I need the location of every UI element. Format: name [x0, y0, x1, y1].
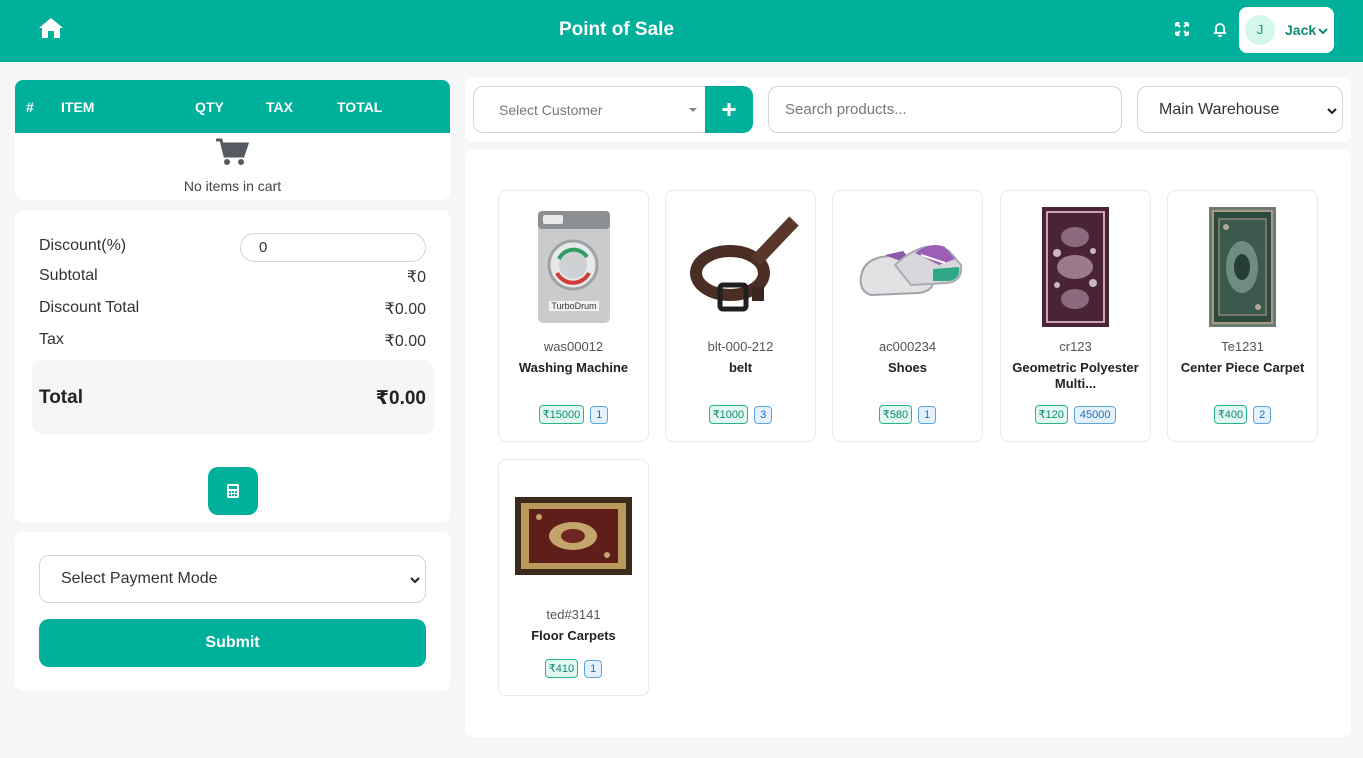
product-card[interactable]: Te1231 Center Piece Carpet ₹400 2 [1167, 190, 1318, 442]
product-badges: ₹410 1 [499, 659, 648, 678]
avatar: J [1245, 15, 1275, 45]
product-grid: TurboDrum was00012 Washing Machine ₹1500… [465, 150, 1351, 737]
toolbar: Select Customer Main Warehouse [465, 78, 1351, 142]
price-badge: ₹120 [1034, 405, 1068, 424]
stock-badge: 1 [590, 406, 609, 424]
chevron-down-icon [410, 577, 420, 584]
stock-badge: 1 [584, 660, 603, 678]
add-customer-button[interactable] [705, 86, 753, 133]
product-code: ted#3141 [546, 607, 601, 622]
price-badge: ₹400 [1213, 405, 1248, 424]
product-card[interactable]: blt-000-212 belt ₹1000 3 [665, 190, 816, 442]
calculator-icon [227, 484, 239, 498]
column-header-number: # [26, 99, 34, 115]
plus-icon [722, 103, 736, 116]
stock-badge: 2 [1253, 406, 1272, 424]
discount-total-value: ₹0.00 [384, 301, 426, 318]
fullscreen-icon[interactable] [1173, 20, 1191, 38]
customer-select-placeholder: Select Customer [499, 101, 603, 118]
payment-mode-selected: Select Payment Mode [61, 570, 218, 587]
product-code: was00012 [543, 339, 604, 354]
product-name: Washing Machine [518, 360, 629, 375]
product-code: blt-000-212 [707, 339, 774, 354]
column-header-total: TOTAL [337, 99, 383, 115]
product-card[interactable]: ted#3141 Floor Carpets ₹410 1 [498, 459, 649, 696]
product-image: TurboDrum [515, 207, 632, 327]
product-image [682, 207, 799, 327]
warehouse-selected: Main Warehouse [1159, 100, 1280, 118]
product-name: Geometric Polyester Multi... [1012, 360, 1139, 391]
product-name: Shoes [887, 360, 927, 375]
cart-icon [215, 137, 250, 167]
price-badge: ₹15000 [538, 405, 585, 424]
stock-badge: 1 [918, 406, 937, 424]
price-badge: ₹1000 [708, 405, 749, 424]
caret-down-icon [689, 108, 697, 112]
summary-panel: Discount(%) Subtotal ₹0 Discount Total ₹… [15, 210, 450, 522]
product-image [515, 497, 632, 575]
subtotal-label: Subtotal [39, 267, 98, 284]
bell-icon[interactable] [1211, 20, 1229, 38]
product-card[interactable]: cr123 Geometric Polyester Multi... ₹120 … [1000, 190, 1151, 442]
submit-button[interactable]: Submit [39, 619, 426, 667]
total-label: Total [39, 387, 83, 408]
total-box: Total ₹0.00 [32, 360, 434, 434]
price-badge: ₹580 [878, 405, 913, 424]
payment-panel: Select Payment Mode Submit [15, 532, 450, 691]
cart-table-header: # ITEM QTY TAX TOTAL [15, 80, 450, 133]
top-bar: Point of Sale J Jack [0, 0, 1363, 62]
calculator-button[interactable] [208, 467, 258, 515]
payment-mode-select[interactable]: Select Payment Mode [39, 555, 426, 603]
page-title: Point of Sale [558, 19, 675, 40]
price-badge: ₹410 [544, 659, 579, 678]
product-code: Te1231 [1221, 339, 1264, 354]
stock-badge: 45000 [1073, 406, 1117, 424]
product-name: Center Piece Carpet [1180, 360, 1305, 375]
cart-panel: # ITEM QTY TAX TOTAL No items in cart [15, 80, 450, 200]
column-header-item: ITEM [61, 99, 95, 115]
tax-label: Tax [39, 331, 64, 348]
column-header-qty: QTY [195, 99, 224, 115]
product-card[interactable]: TurboDrum was00012 Washing Machine ₹1500… [498, 190, 649, 442]
product-badges: ₹15000 1 [499, 405, 648, 424]
stock-badge: 3 [754, 406, 773, 424]
product-code: ac000234 [878, 339, 937, 354]
warehouse-select[interactable]: Main Warehouse [1137, 86, 1343, 133]
product-badges: ₹400 2 [1168, 405, 1317, 424]
product-badges: ₹580 1 [833, 405, 982, 424]
product-image [1184, 207, 1301, 327]
product-card[interactable]: ac000234 Shoes ₹580 1 [832, 190, 983, 442]
svg-text:TurboDrum: TurboDrum [551, 301, 596, 311]
product-code: cr123 [1059, 339, 1092, 354]
product-image [849, 207, 966, 327]
cart-empty-message: No items in cart [183, 178, 282, 194]
user-menu[interactable]: J Jack [1239, 7, 1334, 53]
product-image [1017, 207, 1134, 327]
discount-total-label: Discount Total [39, 299, 140, 316]
chevron-down-icon [1317, 24, 1329, 36]
product-badges: ₹1000 3 [666, 405, 815, 424]
product-name: belt [728, 360, 753, 375]
column-header-tax: TAX [266, 99, 293, 115]
discount-input[interactable] [240, 233, 426, 262]
subtotal-value: ₹0 [406, 269, 426, 286]
user-name: Jack [1285, 22, 1317, 38]
search-input[interactable] [768, 86, 1122, 133]
total-value: ₹0.00 [375, 388, 426, 409]
chevron-down-icon [1327, 108, 1337, 115]
discount-label: Discount(%) [39, 237, 127, 254]
tax-value: ₹0.00 [384, 333, 426, 350]
product-badges: ₹120 45000 [1001, 405, 1150, 424]
customer-select[interactable]: Select Customer [473, 86, 713, 133]
product-name: Floor Carpets [531, 628, 616, 643]
